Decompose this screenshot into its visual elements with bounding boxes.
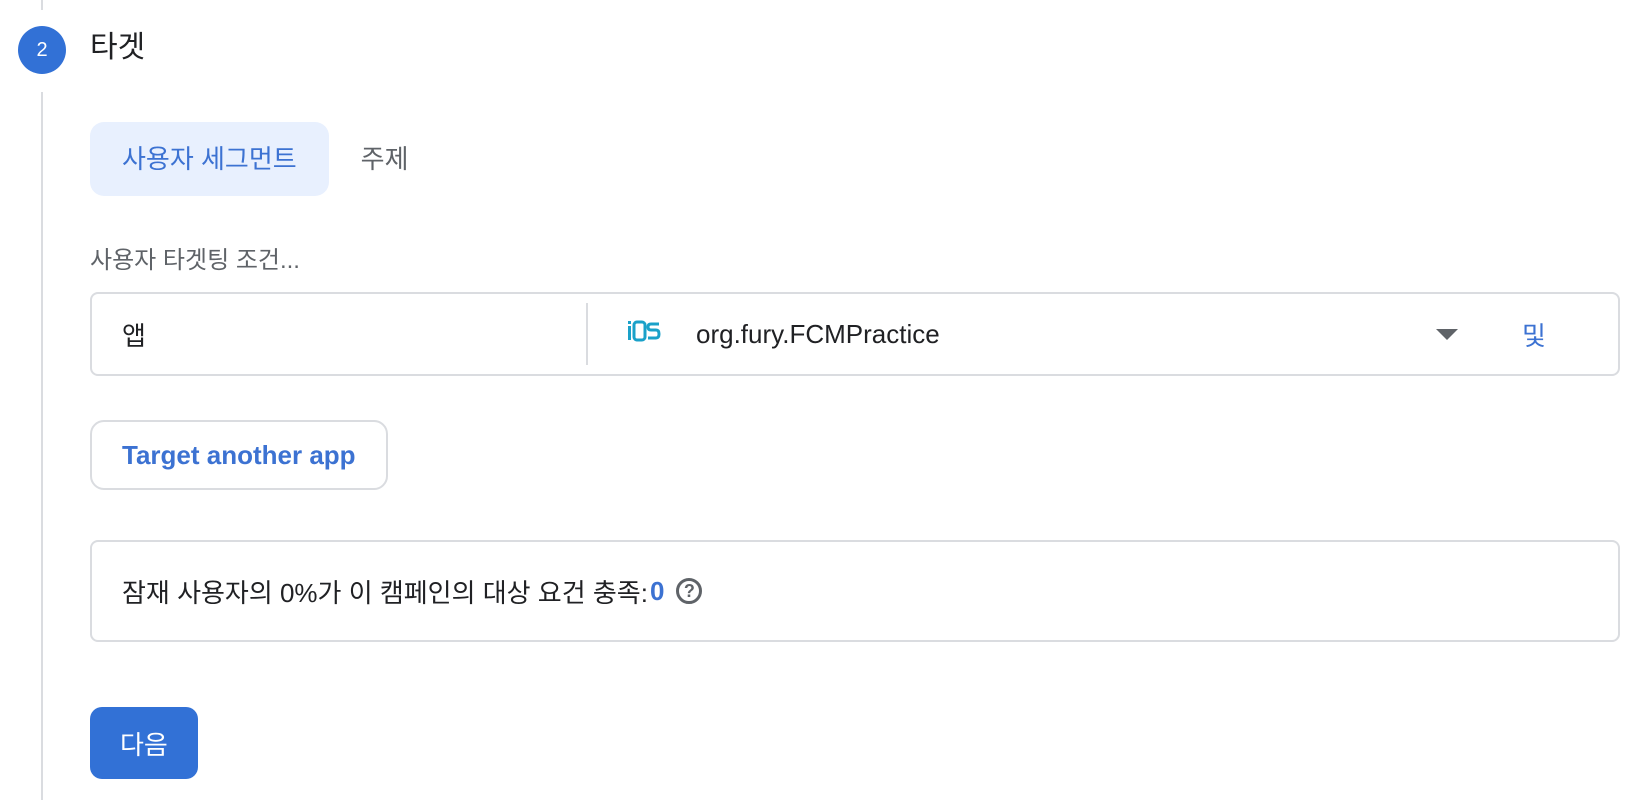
stepper-connector [41,92,43,800]
selected-app-name: org.fury.FCMPractice [696,318,940,349]
targeting-criteria-row: 앱 org.fury.FCMPractice 및 [90,292,1620,376]
stepper-connector-top [41,0,43,10]
app-select-dropdown[interactable]: org.fury.FCMPractice 및 [588,294,1618,374]
audience-estimate-box: 잠재 사용자의 0%가 이 캠페인의 대상 요건 충족: 0 ? [90,540,1620,642]
ios-platform-icon [626,320,696,348]
criteria-field-select[interactable]: 앱 [92,294,586,374]
targeting-step-page: 2 타겟 사용자 세그먼트 주제 사용자 타겟팅 조건... 앱 org.fur… [0,0,1650,800]
audience-estimate-count: 0 [649,575,665,606]
tab-topic[interactable]: 주제 [347,122,423,196]
audience-estimate-text: 잠재 사용자의 0%가 이 캠페인의 대상 요건 충족: [122,577,648,608]
tab-user-segment[interactable]: 사용자 세그먼트 [90,122,329,196]
next-button[interactable]: 다음 [90,707,198,779]
step-number-badge: 2 [18,26,66,74]
target-another-app-button[interactable]: Target another app [90,420,388,490]
criteria-field-label: 앱 [122,320,146,351]
ios-logo-icon [628,320,661,342]
dropdown-caret-icon [1436,328,1458,340]
and-condition-link[interactable]: 및 [1522,316,1618,353]
targeting-tabs: 사용자 세그먼트 주제 [90,122,423,196]
targeting-criteria-label: 사용자 타겟팅 조건... [90,247,300,274]
help-circle-icon[interactable]: ? [676,578,703,604]
step-title: 타겟 [90,31,146,64]
